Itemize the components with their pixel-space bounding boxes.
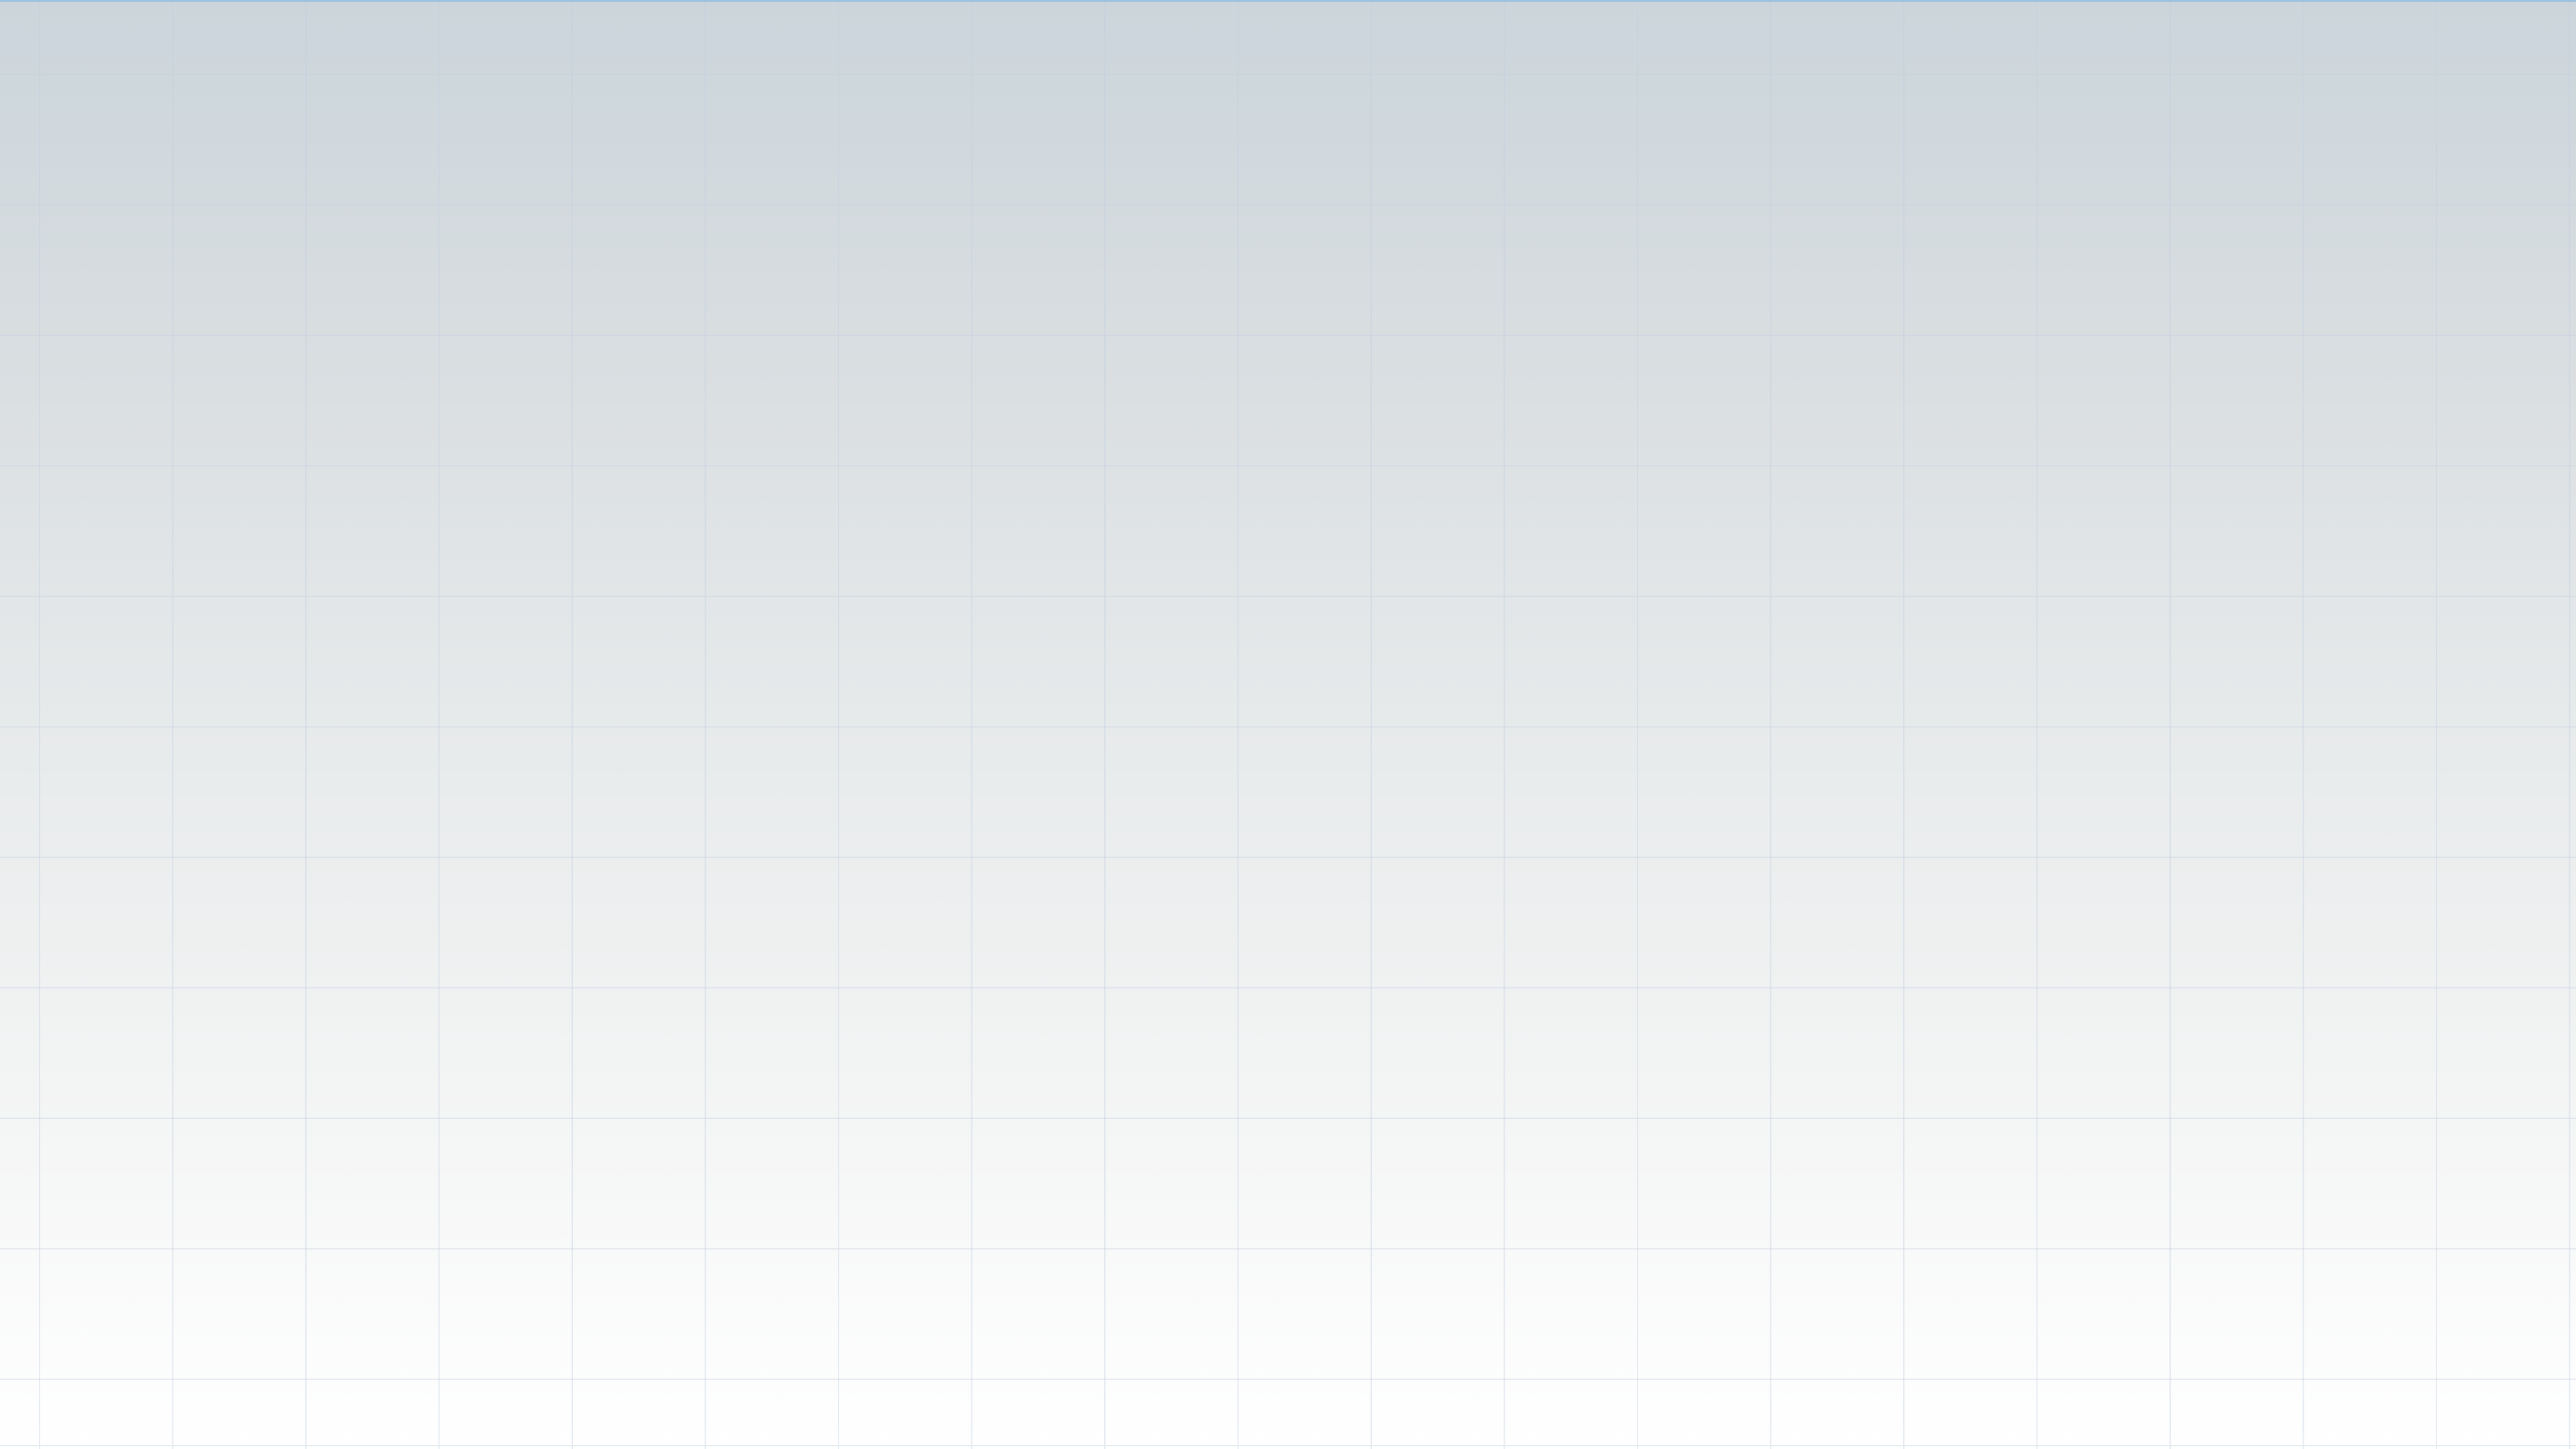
background-grid <box>0 0 2576 1449</box>
desktop-canvas <box>0 0 2576 1449</box>
bottom-accent-line <box>0 1445 2576 1446</box>
top-accent-line <box>0 0 2576 2</box>
